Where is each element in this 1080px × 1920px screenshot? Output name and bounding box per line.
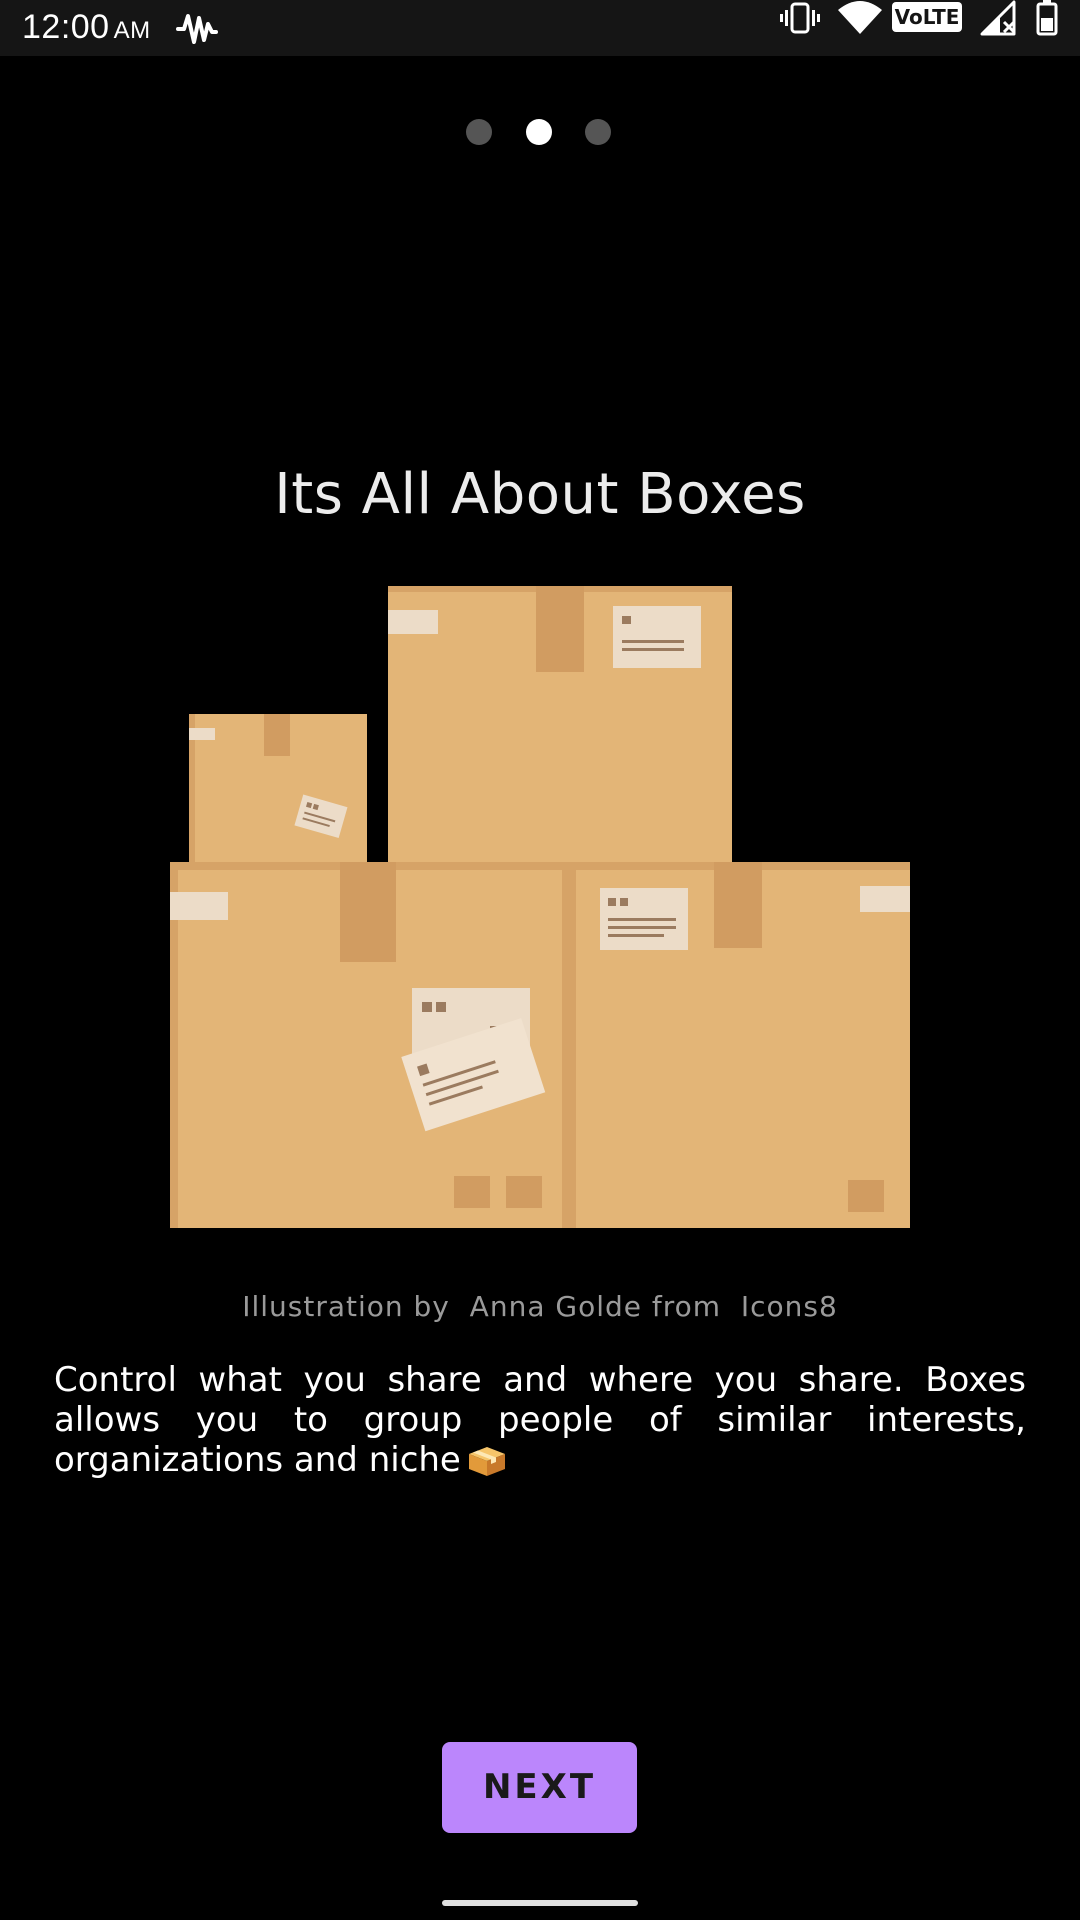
- signal-icon: [980, 0, 1016, 36]
- volte-icon: VoLTE: [892, 0, 964, 36]
- vibrate-icon: [780, 2, 820, 34]
- page-indicator: [466, 119, 616, 145]
- bottom-left-box: [170, 862, 562, 1228]
- battery-icon: [1036, 0, 1058, 36]
- page-dot-active: [526, 119, 552, 145]
- status-bar: 12:00 AM VoLTE: [0, 0, 1080, 56]
- status-time: 12:00 AM: [22, 8, 151, 47]
- volte-label: VoLTE: [892, 2, 962, 32]
- next-button[interactable]: NEXT: [442, 1742, 637, 1833]
- tall-box: [388, 586, 732, 864]
- illustration-credit: Illustration by Anna Golde from Icons8: [242, 1290, 838, 1323]
- boxes-illustration: [170, 586, 910, 1228]
- wifi-icon: [838, 1, 882, 34]
- small-box: [189, 714, 367, 864]
- status-time-ampm: AM: [113, 17, 151, 44]
- page-dot: [585, 119, 611, 145]
- activity-icon: [176, 14, 218, 44]
- description-text: Control what you share and where you sha…: [54, 1360, 1026, 1480]
- page-dot: [466, 119, 492, 145]
- onboarding-description: Control what you share and where you sha…: [54, 1360, 1026, 1480]
- home-indicator[interactable]: [442, 1900, 638, 1906]
- page-title: Its All About Boxes: [274, 462, 806, 527]
- package-emoji: [468, 1447, 505, 1476]
- status-time-value: 12:00: [22, 8, 110, 46]
- bottom-right-box: [562, 862, 910, 1228]
